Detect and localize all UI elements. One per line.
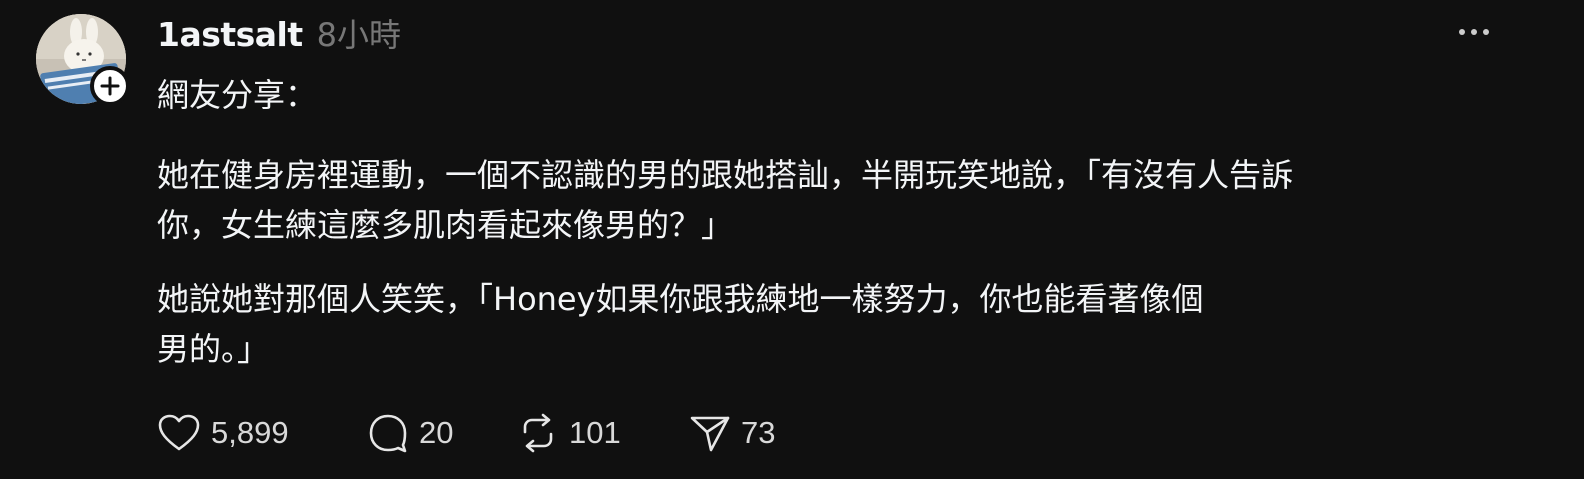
post-text-line: 她說她對那個人笑笑，「Honey如果你跟我練地一樣努力，你也能看著像個 [157,280,1204,318]
post-paragraph-2: 她在健身房裡運動，一個不認識的男的跟她搭訕，半開玩笑地說，「有沒有人告訴 你，女… [157,150,1517,250]
heart-icon [158,414,200,451]
repost-arrows-icon [523,413,553,453]
post-timestamp[interactable]: 8小時 [317,10,401,56]
threads-post: 1astsalt 8小時 網友分享： 她在健身房裡運動，一個不認識的男的跟她搭訕… [0,0,1584,479]
post-paragraph-1: 網友分享： [157,70,1517,120]
like-count: 5,899 [211,415,289,450]
post-header: 1astsalt 8小時 [157,10,401,56]
post-paragraph-3: 她說她對那個人笑笑，「Honey如果你跟我練地一樣努力，你也能看著像個 男的。」 [157,274,1517,374]
reply-button[interactable]: 20 [367,408,453,458]
follow-plus-button[interactable] [90,66,130,106]
share-button[interactable]: 73 [689,408,775,458]
repost-button[interactable]: 101 [517,408,621,458]
more-dots-icon [1459,29,1489,35]
post-text-line: 男的。」 [157,330,270,368]
plus-icon [100,76,120,96]
more-options-button[interactable] [1454,20,1494,44]
like-button[interactable]: 5,899 [157,408,289,458]
speech-bubble-icon [369,414,407,453]
avatar-container[interactable] [36,14,130,106]
share-count: 73 [741,415,776,450]
post-text-line: 你，女生練這麼多肌肉看起來像男的？」 [157,206,734,244]
send-icon [690,416,730,452]
post-text-line: 網友分享： [157,76,318,114]
reply-count: 20 [419,415,454,450]
repost-count: 101 [569,415,621,450]
username-link[interactable]: 1astsalt [157,15,303,54]
post-body: 網友分享： 她在健身房裡運動，一個不認識的男的跟她搭訕，半開玩笑地說，「有沒有人… [157,70,1517,374]
post-text-line: 她在健身房裡運動，一個不認識的男的跟她搭訕，半開玩笑地說，「有沒有人告訴 [157,156,1294,194]
